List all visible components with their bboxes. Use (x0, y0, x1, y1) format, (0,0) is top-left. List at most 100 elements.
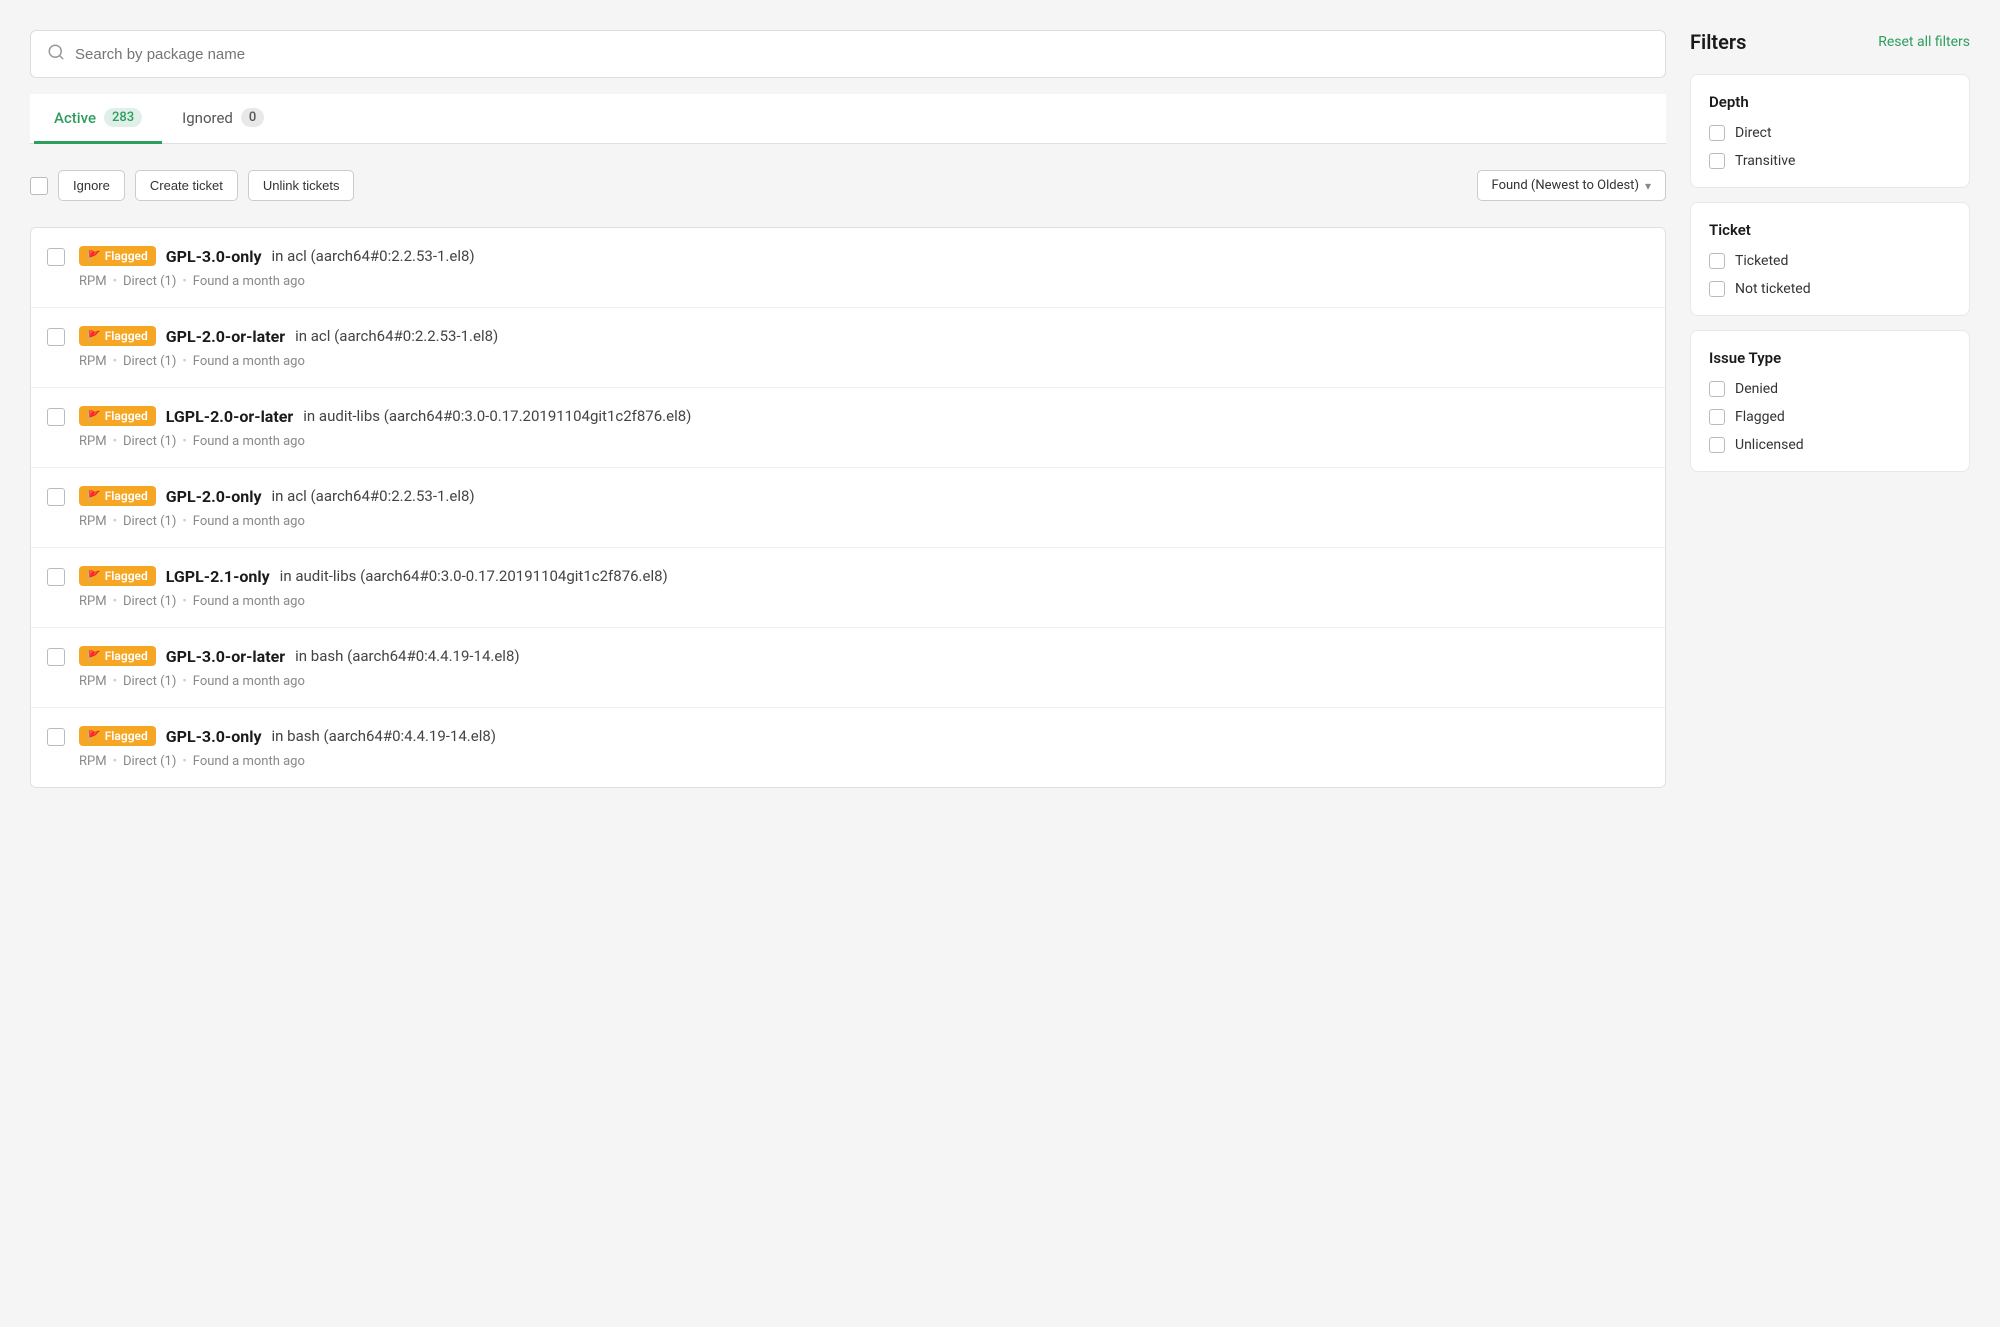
issue-license: GPL-3.0-or-later (166, 647, 285, 666)
ticketed-checkbox[interactable] (1709, 253, 1725, 269)
flagged-badge: 🚩 Flagged (79, 326, 156, 346)
row-checkbox[interactable] (47, 248, 65, 266)
flag-icon: 🚩 (87, 730, 101, 743)
meta-dot-1: • (113, 514, 117, 529)
search-bar (30, 30, 1666, 78)
meta-dot-2: • (182, 514, 186, 529)
filters-header: Filters Reset all filters (1690, 30, 1970, 54)
issue-meta: RPM • Direct (1) • Found a month ago (79, 274, 1649, 289)
flagged-checkbox[interactable] (1709, 409, 1725, 425)
ticketed-label: Ticketed (1735, 253, 1788, 269)
table-row: 🚩 Flagged LGPL-2.0-or-later in audit-lib… (31, 388, 1665, 468)
table-row: 🚩 Flagged GPL-3.0-only in acl (aarch64#0… (31, 228, 1665, 308)
direct-label: Direct (1735, 125, 1772, 141)
issue-context: in bash (aarch64#0:4.4.19-14.el8) (272, 727, 496, 745)
row-checkbox[interactable] (47, 408, 65, 426)
sort-dropdown[interactable]: Found (Newest to Oldest) ▾ (1477, 170, 1666, 201)
meta-dot-2: • (182, 674, 186, 689)
table-row: 🚩 Flagged GPL-2.0-only in acl (aarch64#0… (31, 468, 1665, 548)
search-input[interactable] (75, 46, 1649, 63)
tab-ignored-label: Ignored (182, 109, 233, 127)
issue-body: 🚩 Flagged GPL-3.0-or-later in bash (aarc… (79, 646, 1649, 689)
not-ticketed-checkbox[interactable] (1709, 281, 1725, 297)
issue-type: RPM (79, 594, 107, 609)
direct-checkbox[interactable] (1709, 125, 1725, 141)
issue-type: RPM (79, 514, 107, 529)
meta-dot-1: • (113, 594, 117, 609)
unlicensed-label: Unlicensed (1735, 437, 1804, 453)
not-ticketed-label: Not ticketed (1735, 281, 1811, 297)
transitive-checkbox[interactable] (1709, 153, 1725, 169)
filter-unlicensed[interactable]: Unlicensed (1709, 437, 1951, 453)
table-row: 🚩 Flagged GPL-2.0-or-later in acl (aarch… (31, 308, 1665, 388)
flag-icon: 🚩 (87, 490, 101, 503)
issue-context: in bash (aarch64#0:4.4.19-14.el8) (295, 647, 519, 665)
ignore-button[interactable]: Ignore (58, 170, 125, 201)
meta-dot-2: • (182, 434, 186, 449)
issue-license: GPL-3.0-only (166, 727, 262, 746)
issue-meta: RPM • Direct (1) • Found a month ago (79, 354, 1649, 369)
row-checkbox[interactable] (47, 648, 65, 666)
create-ticket-button[interactable]: Create ticket (135, 170, 238, 201)
issue-depth: Direct (1) (123, 354, 176, 369)
flag-icon: 🚩 (87, 570, 101, 583)
chevron-down-icon: ▾ (1645, 179, 1651, 193)
issue-body: 🚩 Flagged GPL-3.0-only in acl (aarch64#0… (79, 246, 1649, 289)
issue-found: Found a month ago (193, 274, 305, 289)
row-checkbox[interactable] (47, 568, 65, 586)
filter-direct[interactable]: Direct (1709, 125, 1951, 141)
issue-meta: RPM • Direct (1) • Found a month ago (79, 754, 1649, 769)
issue-body: 🚩 Flagged LGPL-2.1-only in audit-libs (a… (79, 566, 1649, 609)
ticket-filter-title: Ticket (1709, 221, 1951, 239)
flagged-badge: 🚩 Flagged (79, 406, 156, 426)
unlink-tickets-button[interactable]: Unlink tickets (248, 170, 355, 201)
issues-list: 🚩 Flagged GPL-3.0-only in acl (aarch64#0… (30, 227, 1666, 788)
issue-context: in acl (aarch64#0:2.2.53-1.el8) (295, 327, 498, 345)
tab-active-count: 283 (104, 108, 142, 127)
tab-active[interactable]: Active 283 (34, 94, 162, 144)
filter-flagged[interactable]: Flagged (1709, 409, 1951, 425)
row-checkbox[interactable] (47, 488, 65, 506)
filter-denied[interactable]: Denied (1709, 381, 1951, 397)
filters-panel: Filters Reset all filters Depth Direct T… (1690, 30, 1970, 1297)
select-all-checkbox[interactable] (30, 177, 48, 195)
issue-title-line: 🚩 Flagged GPL-2.0-or-later in acl (aarch… (79, 326, 1649, 346)
meta-dot-2: • (182, 274, 186, 289)
denied-checkbox[interactable] (1709, 381, 1725, 397)
flag-icon: 🚩 (87, 410, 101, 423)
issue-type: RPM (79, 754, 107, 769)
flagged-badge: 🚩 Flagged (79, 566, 156, 586)
issue-depth: Direct (1) (123, 594, 176, 609)
issue-body: 🚩 Flagged GPL-2.0-or-later in acl (aarch… (79, 326, 1649, 369)
row-checkbox[interactable] (47, 728, 65, 746)
issue-type: RPM (79, 674, 107, 689)
meta-dot-1: • (113, 274, 117, 289)
meta-dot-1: • (113, 754, 117, 769)
reset-filters-link[interactable]: Reset all filters (1878, 34, 1970, 50)
issue-title-line: 🚩 Flagged GPL-3.0-only in bash (aarch64#… (79, 726, 1649, 746)
meta-dot-2: • (182, 354, 186, 369)
meta-dot-2: • (182, 594, 186, 609)
filter-not-ticketed[interactable]: Not ticketed (1709, 281, 1951, 297)
flagged-label: Flagged (1735, 409, 1785, 425)
meta-dot-1: • (113, 434, 117, 449)
tab-ignored[interactable]: Ignored 0 (162, 94, 284, 144)
issue-meta: RPM • Direct (1) • Found a month ago (79, 514, 1649, 529)
issue-found: Found a month ago (193, 594, 305, 609)
issue-found: Found a month ago (193, 514, 305, 529)
filter-ticketed[interactable]: Ticketed (1709, 253, 1951, 269)
tab-ignored-count: 0 (241, 108, 264, 127)
flagged-badge: 🚩 Flagged (79, 246, 156, 266)
issue-context: in acl (aarch64#0:2.2.53-1.el8) (272, 487, 475, 505)
issue-depth: Direct (1) (123, 274, 176, 289)
row-checkbox[interactable] (47, 328, 65, 346)
depth-filter-title: Depth (1709, 93, 1951, 111)
table-row: 🚩 Flagged GPL-3.0-only in bash (aarch64#… (31, 708, 1665, 787)
unlicensed-checkbox[interactable] (1709, 437, 1725, 453)
search-icon (47, 43, 65, 65)
filter-transitive[interactable]: Transitive (1709, 153, 1951, 169)
meta-dot-2: • (182, 754, 186, 769)
flagged-badge: 🚩 Flagged (79, 486, 156, 506)
issue-context: in acl (aarch64#0:2.2.53-1.el8) (272, 247, 475, 265)
meta-dot-1: • (113, 354, 117, 369)
